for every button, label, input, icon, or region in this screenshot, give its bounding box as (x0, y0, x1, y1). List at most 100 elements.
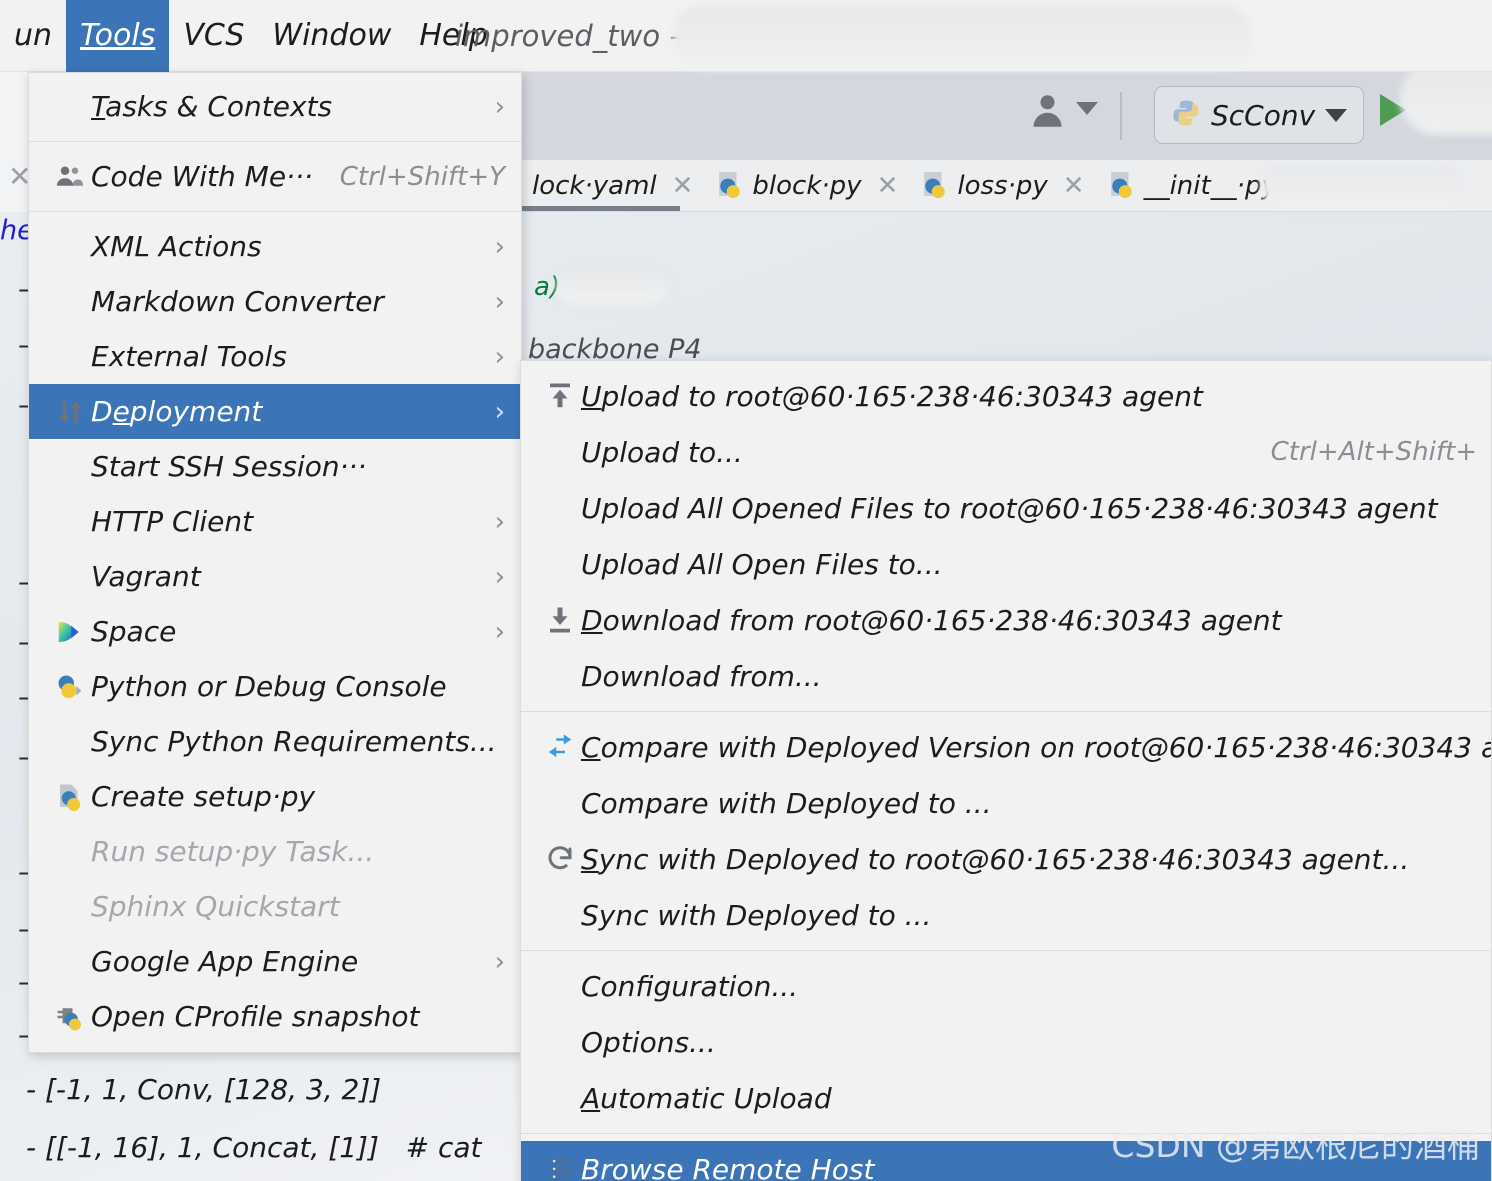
redacted-tab-region (1260, 164, 1465, 208)
menu-item-sync-python-requirements[interactable]: Sync Python Requirements... (29, 714, 521, 769)
menu-item-label: Google App Engine (91, 945, 359, 978)
menubar-item-window[interactable]: Window (258, 0, 405, 72)
menu-item-start-ssh-session[interactable]: Start SSH Session··· (29, 439, 521, 494)
chevron-right-icon: › (494, 286, 505, 317)
tab-label: __init__·py (1143, 170, 1277, 201)
menu-item-python-or-debug-console[interactable]: Python or Debug Console (29, 659, 521, 714)
submenu-item-options[interactable]: Options... (521, 1014, 1491, 1070)
menu-item-label: Open CProfile snapshot (91, 1000, 420, 1033)
menu-item-http-client[interactable]: HTTP Client › (29, 494, 521, 549)
chevron-right-icon: › (494, 616, 505, 647)
submenu-item-label: Compare with Deployed to ... (581, 786, 992, 820)
submenu-item-upload-all-open-files-to[interactable]: Upload All Open Files to... (521, 536, 1491, 592)
tab-label: loss·py (957, 170, 1048, 201)
menubar-label: un (14, 17, 53, 53)
close-icon[interactable]: ✕ (672, 171, 694, 201)
tab-loss-py[interactable]: loss·py ✕ (910, 160, 1096, 212)
submenu-item-label: Download from... (581, 659, 822, 693)
menubar-item-tools[interactable]: Tools (66, 0, 170, 72)
chevron-right-icon: › (494, 91, 505, 122)
submenu-item-label: Download from root@60·165·238·46:30343 a… (581, 603, 1282, 637)
menu-item-space[interactable]: Space › (29, 604, 521, 659)
submenu-item-download-from-dots[interactable]: Download from... (521, 648, 1491, 704)
user-avatar-icon[interactable] (1030, 90, 1072, 136)
tab-block-py[interactable]: block·py ✕ (705, 160, 910, 212)
menu-item-google-app-engine[interactable]: Google App Engine › (29, 934, 521, 989)
python-console-icon (49, 672, 91, 702)
close-icon[interactable]: ✕ (1063, 171, 1085, 201)
menu-item-label: Python or Debug Console (91, 670, 447, 703)
deployment-submenu-popup: Upload to root@60·165·238·46:30343 agent… (520, 360, 1492, 1181)
tab-label: block·py (752, 170, 862, 201)
submenu-item-upload-to-host[interactable]: Upload to root@60·165·238·46:30343 agent (521, 368, 1491, 424)
python-file-icon (49, 782, 91, 812)
submenu-item-upload-all-opened-files[interactable]: Upload All Opened Files to root@60·165·2… (521, 480, 1491, 536)
close-icon[interactable]: ✕ (877, 171, 899, 201)
menubar-label: VCS (183, 17, 245, 53)
submenu-item-download-from-host[interactable]: Download from root@60·165·238·46:30343 a… (521, 592, 1491, 648)
toolbar-divider (1120, 92, 1122, 140)
menu-item-markdown-converter[interactable]: Markdown Converter › (29, 274, 521, 329)
submenu-item-label: Compare with Deployed Version on root@60… (581, 730, 1492, 764)
chevron-right-icon: › (494, 946, 505, 977)
submenu-item-accelerator: Ctrl+Alt+Shift+ (1270, 437, 1477, 467)
submenu-item-label: Options... (581, 1025, 716, 1059)
space-icon (49, 617, 91, 647)
menubar-label: Tools (80, 17, 156, 53)
menubar-item-run[interactable]: un (0, 0, 66, 72)
chevron-right-icon: › (494, 231, 505, 262)
menu-item-label: HTTP Client (91, 505, 254, 538)
python-icon (1109, 170, 1135, 202)
run-configuration-selector[interactable]: ScConv (1154, 86, 1365, 144)
run-config-label: ScConv (1211, 98, 1316, 132)
menu-item-label: Sync Python Requirements... (91, 725, 497, 758)
menu-item-vagrant[interactable]: Vagrant › (29, 549, 521, 604)
menu-item-create-setup-py[interactable]: Create setup·py (29, 769, 521, 824)
menu-item-label: Run setup·py Task... (91, 835, 375, 868)
submenu-item-label: Upload to... (581, 435, 743, 469)
menu-item-deployment[interactable]: Deployment › (29, 384, 521, 439)
submenu-item-automatic-upload[interactable]: Automatic Upload (521, 1070, 1491, 1126)
chevron-right-icon: › (494, 506, 505, 537)
chevron-down-icon[interactable] (1325, 108, 1348, 122)
download-icon (539, 605, 581, 635)
chevron-right-icon: › (494, 561, 505, 592)
submenu-item-label: Browse Remote Host (581, 1152, 875, 1181)
menu-item-label: Markdown Converter (91, 285, 384, 318)
tools-menu-popup: Tasks & Contexts › Code With Me··· Ctrl+… (28, 72, 522, 1053)
submenu-item-configuration[interactable]: Configuration... (521, 958, 1491, 1014)
menu-item-open-cprofile-snapshot[interactable]: Open CProfile snapshot (29, 989, 521, 1044)
menu-item-label: Start SSH Session··· (91, 450, 367, 483)
submenu-item-label: Upload All Opened Files to root@60·165·2… (581, 491, 1438, 525)
submenu-item-upload-to-dots[interactable]: Upload to... Ctrl+Alt+Shift+ (521, 424, 1491, 480)
menu-item-label: Vagrant (91, 560, 201, 593)
menu-item-label: XML Actions (91, 230, 262, 263)
menu-item-label: Space (91, 615, 177, 648)
menubar-item-vcs[interactable]: VCS (169, 0, 258, 72)
menu-separator (29, 211, 521, 212)
main-toolbar: ScConv (520, 62, 1492, 160)
active-tab-indicator (520, 206, 680, 211)
avatar-chevron-down-icon[interactable] (1076, 102, 1098, 115)
cprofile-icon (49, 1002, 91, 1032)
submenu-item-sync-with-deployed-to[interactable]: Sync with Deployed to ... (521, 887, 1491, 943)
submenu-item-compare-with-deployed-version[interactable]: Compare with Deployed Version on root@60… (521, 719, 1491, 775)
submenu-separator (521, 711, 1491, 712)
menu-item-tasks-and-contexts[interactable]: Tasks & Contexts › (29, 79, 521, 134)
submenu-item-compare-with-deployed-to[interactable]: Compare with Deployed to ... (521, 775, 1491, 831)
tab-lock-yaml[interactable]: lock·yaml ✕ (520, 160, 705, 212)
menu-item-code-with-me[interactable]: Code With Me··· Ctrl+Shift+Y (29, 149, 521, 204)
menu-item-external-tools[interactable]: External Tools › (29, 329, 521, 384)
submenu-item-sync-with-deployed-to-host[interactable]: Sync with Deployed to root@60·165·238·46… (521, 831, 1491, 887)
code-line-concat: - [[-1, 16], 1, Concat, [1]] # cat (26, 1131, 482, 1164)
submenu-item-label: Sync with Deployed to ... (581, 898, 932, 932)
menu-item-label: Tasks & Contexts (91, 90, 333, 123)
menu-item-label: Create setup·py (91, 780, 316, 813)
menu-item-label: External Tools (91, 340, 287, 373)
csdn-watermark: CSDN @第欧根尼的酒桶 (1111, 1126, 1480, 1165)
sync-icon (539, 844, 581, 874)
submenu-separator (521, 950, 1491, 951)
menu-item-xml-actions[interactable]: XML Actions › (29, 219, 521, 274)
menu-item-sphinx-quickstart: Sphinx Quickstart (29, 879, 521, 934)
window-title: improved_two - (455, 19, 680, 53)
